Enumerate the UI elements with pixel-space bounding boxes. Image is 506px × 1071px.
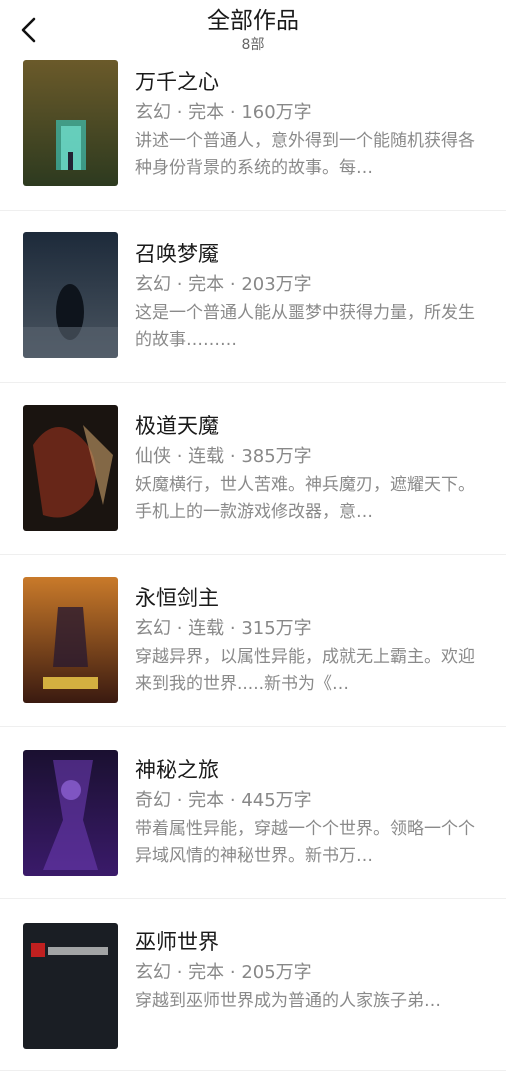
book-cover[interactable]: [23, 405, 118, 531]
book-description: 讲述一个普通人，意外得到一个能随机获得各种身份背景的系统的故事。每…: [135, 131, 475, 178]
book-title[interactable]: 极道天魔: [135, 410, 219, 440]
book-title[interactable]: 巫师世界: [135, 926, 219, 956]
book-cover[interactable]: [23, 60, 118, 186]
book-meta: 玄幻 · 完本 · 205万字: [135, 962, 312, 983]
book-cover[interactable]: [23, 577, 118, 703]
book-description: 妖魔横行，世人苦难。神兵魔刃，遮耀天下。手机上的一款游戏修改器，意…: [135, 475, 475, 522]
book-cover[interactable]: [23, 232, 118, 358]
book-description: 穿越异界，以属性异能，成就无上霸主。欢迎来到我的世界.....新书为《…: [135, 647, 475, 694]
book-title[interactable]: 神秘之旅: [135, 754, 219, 784]
book-title[interactable]: 永恒剑主: [135, 582, 219, 612]
book-item[interactable]: 神秘之旅 奇幻 · 完本 · 445万字 带着属性异能，穿越一个个世界。领略一个…: [0, 726, 506, 899]
book-meta: 仙侠 · 连载 · 385万字: [135, 446, 312, 467]
works-count: 8部: [241, 37, 265, 53]
book-title[interactable]: 万千之心: [135, 66, 219, 96]
book-item[interactable]: 巫师世界 玄幻 · 完本 · 205万字 穿越到巫师世界成为普通的人家族子弟…: [0, 898, 506, 1071]
book-item[interactable]: 召唤梦魇 玄幻 · 完本 · 203万字 这是一个普通人能从噩梦中获得力量，所发…: [0, 210, 506, 383]
book-meta: 玄幻 · 完本 · 160万字: [135, 102, 312, 123]
nav-header: 全部作品 8部: [0, 0, 506, 60]
book-meta: 玄幻 · 连载 · 315万字: [135, 618, 312, 639]
book-cover[interactable]: [23, 923, 118, 1049]
book-description: 穿越到巫师世界成为普通的人家族子弟…: [135, 991, 441, 1011]
book-cover[interactable]: [23, 750, 118, 876]
book-title[interactable]: 召唤梦魇: [135, 238, 219, 268]
book-meta: 奇幻 · 完本 · 445万字: [135, 790, 312, 811]
book-meta: 玄幻 · 完本 · 203万字: [135, 274, 312, 295]
page-title: 全部作品: [207, 8, 299, 34]
book-item[interactable]: 万千之心 玄幻 · 完本 · 160万字 讲述一个普通人，意外得到一个能随机获得…: [0, 38, 506, 211]
book-description: 这是一个普通人能从噩梦中获得力量，所发生的故事………: [135, 303, 475, 350]
book-item[interactable]: 极道天魔 仙侠 · 连载 · 385万字 妖魔横行，世人苦难。神兵魔刃，遮耀天下…: [0, 382, 506, 555]
book-item[interactable]: 永恒剑主 玄幻 · 连载 · 315万字 穿越异界，以属性异能，成就无上霸主。欢…: [0, 554, 506, 727]
book-description: 带着属性异能，穿越一个个世界。领略一个个异域风情的神秘世界。新书万…: [135, 819, 475, 866]
